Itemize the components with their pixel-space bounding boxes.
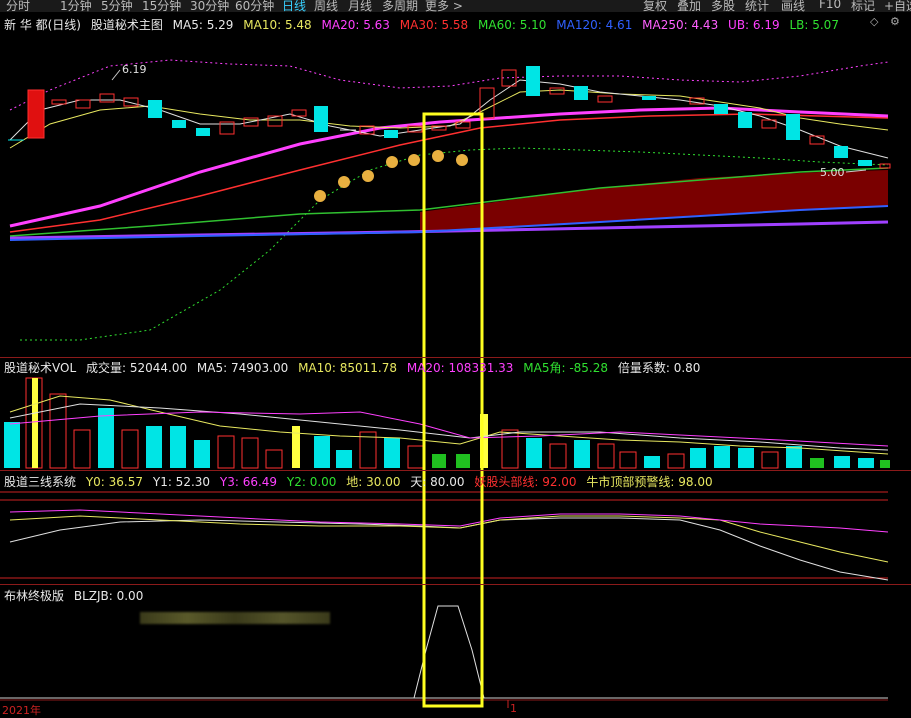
candle <box>526 66 540 96</box>
high-price-label: 6.19 <box>122 63 147 76</box>
candle <box>786 114 800 140</box>
vol-indicator-header: 股道秘术VOL 成交量: 52044.00 MA5: 74903.00 MA10… <box>4 359 706 375</box>
money-bag-icon <box>386 156 398 168</box>
money-bag-icon <box>338 176 350 188</box>
candle <box>549 87 565 95</box>
three-tian-value: 天: 80.00 <box>410 475 465 489</box>
candle <box>455 121 471 129</box>
candle <box>314 106 328 132</box>
candle <box>148 100 162 118</box>
candle <box>51 99 67 105</box>
vol-ma20-value: MA20: 108331.33 <box>406 361 514 375</box>
three-y0-line <box>9 515 889 563</box>
money-bag-icon <box>314 190 326 202</box>
pane-separator <box>0 470 911 471</box>
vol-ma5angle-value: MA5角: -85.28 <box>523 361 609 375</box>
high-marker <box>111 69 121 81</box>
three-di-value: 地: 30.00 <box>346 475 401 489</box>
vol-ma5-value: MA5: 74903.00 <box>196 361 289 375</box>
vol-ma5-line <box>9 395 889 455</box>
candle <box>384 130 398 138</box>
candle <box>597 95 613 103</box>
low-price-label: 5.00 <box>820 166 845 179</box>
year-label: 2021年 <box>2 704 41 717</box>
candle <box>858 160 872 166</box>
three-niu-value: 牛市顶部预警线: 98.00 <box>586 475 713 489</box>
candlesticks <box>8 66 891 169</box>
volume-bars <box>4 377 890 469</box>
money-bag-icon <box>362 170 374 182</box>
month-label: 1 <box>510 702 517 715</box>
vol-ratio-value: 倍量系数: 0.80 <box>617 361 701 375</box>
vol-ma10-value: MA10: 85011.78 <box>298 361 398 375</box>
three-y2-value: Y2: 0.00 <box>286 475 337 489</box>
candle <box>574 86 588 100</box>
pane-separator <box>0 357 911 358</box>
money-bag-icon <box>456 154 468 166</box>
candle <box>172 120 186 128</box>
vol-indicator-name[interactable]: 股道秘术VOL <box>4 361 76 375</box>
three-y3-value: Y3: 66.49 <box>219 475 278 489</box>
blurred-annotation <box>140 612 330 624</box>
boll-indicator-name[interactable]: 布林终极版 <box>4 589 64 603</box>
candle <box>196 128 210 136</box>
candle <box>714 104 728 114</box>
money-bag-markers <box>314 150 468 202</box>
candle <box>738 112 752 128</box>
boll-indicator-header: 布林终极版 BLZJB: 0.00 <box>4 587 149 603</box>
candle <box>75 99 91 109</box>
three-y1-value: Y1: 52.30 <box>152 475 211 489</box>
vol-ma20-line <box>9 411 889 447</box>
candle <box>642 96 656 100</box>
candle <box>27 89 45 139</box>
vol-volume-value: 成交量: 52044.00 <box>85 361 188 375</box>
money-bag-icon <box>408 154 420 166</box>
pane-separator <box>0 584 911 585</box>
boll-blzjb-value: BLZJB: 0.00 <box>73 589 144 603</box>
candle <box>99 93 115 103</box>
ma5-line <box>9 79 889 159</box>
candle <box>834 146 848 158</box>
three-yao-value: 妖股头部线: 92.00 <box>474 475 577 489</box>
ma10-line <box>9 89 889 149</box>
three-y0-value: Y0: 36.57 <box>85 475 144 489</box>
money-bag-icon <box>432 150 444 162</box>
three-indicator-name[interactable]: 股道三线系统 <box>4 475 76 489</box>
three-line-indicator-header: 股道三线系统 Y0: 36.57 Y1: 52.30 Y3: 66.49 Y2:… <box>4 473 719 489</box>
